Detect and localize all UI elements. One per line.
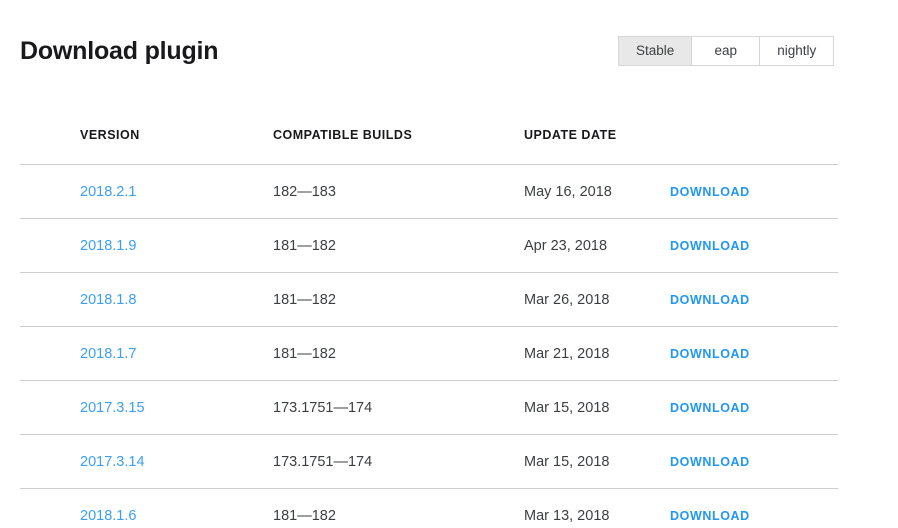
table-row: 2018.2.1 182—183 May 16, 2018 DOWNLOAD <box>20 164 838 219</box>
version-cell: 2017.3.15 <box>20 380 273 435</box>
action-cell: DOWNLOAD <box>670 326 838 381</box>
downloads-table: VERSION COMPATIBLE BUILDS UPDATE DATE 20… <box>20 128 838 528</box>
page-header: Download plugin Stable eap nightly <box>0 0 898 100</box>
download-link[interactable]: DOWNLOAD <box>670 347 750 361</box>
download-plugin-page: Download plugin Stable eap nightly VERSI… <box>0 0 898 528</box>
date-cell: May 16, 2018 <box>524 164 670 219</box>
column-header-action <box>670 128 838 165</box>
builds-cell: 173.1751—174 <box>273 380 524 435</box>
action-cell: DOWNLOAD <box>670 380 838 435</box>
action-cell: DOWNLOAD <box>670 434 838 489</box>
version-link[interactable]: 2017.3.15 <box>80 400 145 416</box>
channel-tab-stable[interactable]: Stable <box>619 37 693 65</box>
date-cell: Apr 23, 2018 <box>524 218 670 273</box>
version-cell: 2018.1.8 <box>20 272 273 327</box>
builds-cell: 181—182 <box>273 218 524 273</box>
download-link[interactable]: DOWNLOAD <box>670 401 750 415</box>
column-header-update-date: UPDATE DATE <box>524 128 670 165</box>
version-link[interactable]: 2017.3.14 <box>80 454 145 470</box>
builds-cell: 181—182 <box>273 488 524 528</box>
date-cell: Mar 15, 2018 <box>524 434 670 489</box>
version-link[interactable]: 2018.1.9 <box>80 238 136 254</box>
table-header-row: VERSION COMPATIBLE BUILDS UPDATE DATE <box>20 128 838 165</box>
table-row: 2018.1.7 181—182 Mar 21, 2018 DOWNLOAD <box>20 326 838 381</box>
action-cell: DOWNLOAD <box>670 218 838 273</box>
table-row: 2018.1.6 181—182 Mar 13, 2018 DOWNLOAD <box>20 488 838 528</box>
builds-cell: 181—182 <box>273 326 524 381</box>
version-cell: 2018.2.1 <box>20 164 273 219</box>
version-cell: 2017.3.14 <box>20 434 273 489</box>
channel-tab-nightly[interactable]: nightly <box>760 37 834 65</box>
table-header: VERSION COMPATIBLE BUILDS UPDATE DATE <box>20 128 838 165</box>
date-cell: Mar 13, 2018 <box>524 488 670 528</box>
table-row: 2018.1.9 181—182 Apr 23, 2018 DOWNLOAD <box>20 218 838 273</box>
download-link[interactable]: DOWNLOAD <box>670 509 750 523</box>
download-link[interactable]: DOWNLOAD <box>670 185 750 199</box>
table-body: 2018.2.1 182—183 May 16, 2018 DOWNLOAD 2… <box>20 164 838 528</box>
action-cell: DOWNLOAD <box>670 164 838 219</box>
builds-cell: 173.1751—174 <box>273 434 524 489</box>
download-link[interactable]: DOWNLOAD <box>670 239 750 253</box>
table-row: 2017.3.15 173.1751—174 Mar 15, 2018 DOWN… <box>20 380 838 435</box>
download-link[interactable]: DOWNLOAD <box>670 455 750 469</box>
download-link[interactable]: DOWNLOAD <box>670 293 750 307</box>
channel-switcher: Stable eap nightly <box>618 36 835 66</box>
version-cell: 2018.1.7 <box>20 326 273 381</box>
column-header-version: VERSION <box>20 128 273 165</box>
date-cell: Mar 21, 2018 <box>524 326 670 381</box>
page-title: Download plugin <box>20 37 219 65</box>
table-row: 2018.1.8 181—182 Mar 26, 2018 DOWNLOAD <box>20 272 838 327</box>
builds-cell: 181—182 <box>273 272 524 327</box>
action-cell: DOWNLOAD <box>670 272 838 327</box>
downloads-table-container: VERSION COMPATIBLE BUILDS UPDATE DATE 20… <box>20 128 838 528</box>
date-cell: Mar 26, 2018 <box>524 272 670 327</box>
version-cell: 2018.1.6 <box>20 488 273 528</box>
builds-cell: 182—183 <box>273 164 524 219</box>
version-link[interactable]: 2018.2.1 <box>80 184 136 200</box>
column-header-compatible-builds: COMPATIBLE BUILDS <box>273 128 524 165</box>
table-row: 2017.3.14 173.1751—174 Mar 15, 2018 DOWN… <box>20 434 838 489</box>
version-link[interactable]: 2018.1.7 <box>80 346 136 362</box>
version-cell: 2018.1.9 <box>20 218 273 273</box>
version-link[interactable]: 2018.1.8 <box>80 292 136 308</box>
channel-tab-eap[interactable]: eap <box>692 37 761 65</box>
version-link[interactable]: 2018.1.6 <box>80 508 136 524</box>
date-cell: Mar 15, 2018 <box>524 380 670 435</box>
action-cell: DOWNLOAD <box>670 488 838 528</box>
